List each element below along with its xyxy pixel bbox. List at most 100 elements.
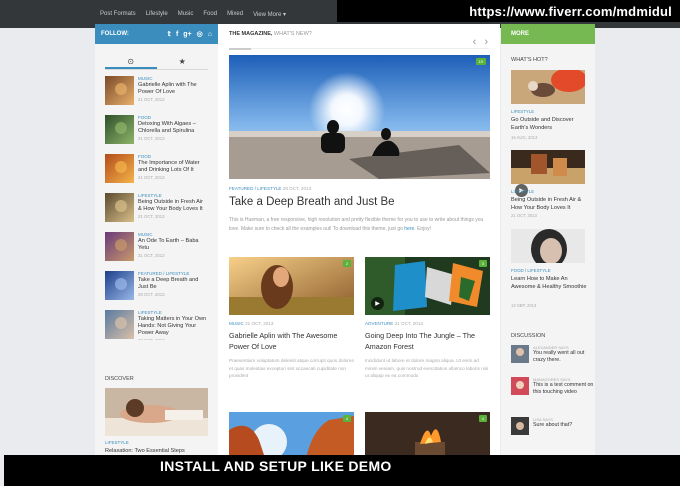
nav-music[interactable]: Music (178, 11, 194, 17)
hot-title[interactable]: Being Outside in Fresh Air & How Your Bo… (511, 197, 587, 212)
post-category[interactable]: Food (138, 115, 208, 120)
hot-date: 13 SEP, 2013 (511, 303, 537, 308)
hot-category[interactable]: Lifestyle (511, 189, 534, 194)
post-category[interactable]: ADVENTURE (365, 321, 393, 326)
comment-count-badge[interactable]: 4 (478, 415, 487, 422)
post-category[interactable]: MUSIC (229, 321, 244, 326)
hot-category[interactable]: Lifestyle (511, 109, 534, 114)
post-thumbnail[interactable] (105, 76, 134, 105)
post-title[interactable]: Being Outside in Fresh Air & How Your Bo… (138, 199, 208, 213)
post-thumbnail[interactable] (105, 232, 134, 261)
dribbble-icon[interactable]: ◎ (197, 30, 203, 38)
sidebar-post[interactable]: Food Detoxing With Algaes – Chlorella and… (105, 115, 208, 145)
sidebar-post[interactable]: Lifestyle Being Outside in Fresh Air & Ho… (105, 193, 208, 223)
nav-mixed[interactable]: Mixed (227, 11, 243, 17)
post-excerpt: Praesentium voluptatum deleniti atque co… (229, 358, 354, 378)
more-bar: MORE (501, 24, 595, 44)
discover-category[interactable]: Lifestyle (105, 440, 129, 445)
featured-image[interactable]: 10 (229, 55, 490, 179)
post-title[interactable]: Taking Matters in Your Own Hands: Not Gi… (138, 316, 208, 337)
discover-thumbnail[interactable] (105, 388, 208, 436)
hot-thumbnail[interactable] (511, 229, 585, 263)
hot-thumbnail[interactable] (511, 150, 585, 184)
hot-category[interactable]: Food / Lifestyle (511, 268, 551, 273)
twitter-icon[interactable]: 𝕥 (168, 30, 171, 38)
google-plus-icon[interactable]: g+ (183, 31, 191, 38)
comment-count-badge[interactable]: 10 (475, 58, 486, 65)
sidebar-post[interactable]: Music Gabrielle Aplin with The Power Of L… (105, 76, 208, 106)
comment-count-badge[interactable]: 4 (342, 415, 351, 422)
post-thumbnail[interactable]: ▶ 3 (365, 257, 490, 315)
next-arrow-icon[interactable]: › (484, 36, 488, 48)
download-link[interactable]: here (404, 226, 414, 232)
featured-excerpt: This is Hueman, a free responsive, high … (229, 216, 487, 234)
featured-category[interactable]: FEATURED / LIFESTYLE (229, 186, 282, 191)
post-thumbnail[interactable]: 2 (229, 257, 354, 315)
home-icon[interactable]: ⌂ (208, 31, 212, 38)
post-title[interactable]: Detoxing With Algaes – Chlorella and Spi… (138, 121, 208, 135)
nav-food[interactable]: Food (203, 11, 217, 17)
post-card: 2 MUSIC 21 OCT, 2013 Gabrielle Aplin wit… (229, 257, 354, 380)
install-banner-text: INSTALL AND SETUP LIKE DEMO (160, 458, 392, 474)
post-photo (229, 257, 354, 315)
post-category[interactable]: Lifestyle (138, 310, 208, 315)
facebook-icon[interactable]: f (176, 31, 178, 38)
post-title[interactable]: An Ode To Earth – Baba Yetu (138, 238, 208, 252)
sidebar-post[interactable]: Lifestyle Taking Matters in Your Own Hand… (105, 310, 208, 340)
tab-popular-icon[interactable]: ★ (157, 56, 209, 69)
nav-lifestyle[interactable]: Lifestyle (146, 11, 168, 17)
post-date: 21 OCT, 2013 (138, 214, 165, 219)
post-thumbnail[interactable] (105, 115, 134, 144)
prev-arrow-icon[interactable]: ‹ (473, 36, 477, 48)
post-excerpt: Incididunt ut labore et dolore magna ali… (365, 358, 489, 378)
play-icon[interactable]: ▶ (371, 297, 384, 310)
post-category[interactable]: Featured / Lifestyle (138, 271, 208, 276)
post-date: 21 OCT, 2013 (138, 136, 165, 141)
post-thumbnail[interactable] (105, 271, 134, 300)
comment-text: You really went all out crazy there. (533, 350, 585, 363)
comment-count-badge[interactable]: 2 (342, 260, 351, 267)
post-category[interactable]: Food (138, 154, 208, 159)
post-thumbnail[interactable] (105, 193, 134, 222)
hot-thumbnail[interactable] (511, 70, 585, 104)
sidebar-post[interactable]: Featured / Lifestyle Take a Deep Breath a… (105, 271, 208, 301)
tab-recent-icon[interactable]: ⊙ (105, 56, 157, 69)
sidebar-post[interactable]: Food The Importance of Water and Drinking… (105, 154, 208, 184)
post-category[interactable]: Music (138, 232, 208, 237)
post-date: 27 OCT, 2013 (138, 338, 208, 340)
nav-post-formats[interactable]: Post Formats (100, 11, 136, 17)
post-category[interactable]: Lifestyle (138, 193, 208, 198)
post-thumbnail[interactable] (105, 154, 134, 183)
hot-date: 21 OCT, 2013 (511, 213, 537, 218)
post-meta: ADVENTURE 31 OCT, 2013 (365, 321, 490, 326)
hot-title[interactable]: Go Outside and Discover Earth's Wonders (511, 117, 587, 132)
post-title[interactable]: The Importance of Water and Drinking Lot… (138, 160, 208, 174)
comment-text: This is a test comment on this touching … (533, 382, 594, 395)
post-category[interactable]: Music (138, 76, 208, 81)
post-meta: MUSIC 21 OCT, 2013 (229, 321, 354, 326)
post-photo (365, 257, 490, 315)
post-title[interactable]: Going Deep Into The Jungle – The Amazon … (365, 330, 490, 352)
post-title[interactable]: Gabrielle Aplin with The Power Of Love (138, 82, 208, 96)
excerpt-text: This is Hueman, a free responsive, high … (229, 217, 484, 232)
discussion-item[interactable]: MANAGORES SAYS This is a test comment on … (511, 377, 595, 396)
featured-title[interactable]: Take a Deep Breath and Just Be (229, 196, 395, 208)
discover-title[interactable]: Relaxation: Two Essential Steps (105, 448, 185, 454)
sidebar-post[interactable]: Music An Ode To Earth – Baba Yetu 31 OCT, … (105, 232, 208, 262)
post-date: 21 OCT, 2013 (245, 321, 274, 326)
nav-view-more[interactable]: View More ▾ (253, 11, 286, 18)
main-content: THE MAGAZINE, WHAT'S NEW? ‹ › 10 FEATURE… (218, 24, 500, 470)
post-date: 21 OCT, 2013 (138, 97, 165, 102)
discussion-item[interactable]: LISA SAYS Sure about that? (511, 417, 572, 435)
avatar (511, 417, 529, 435)
featured-date: 28 OCT, 2013 (282, 186, 312, 191)
main-heading: THE MAGAZINE, WHAT'S NEW? (229, 31, 312, 37)
post-title[interactable]: Take a Deep Breath and Just Be (138, 277, 208, 291)
comment-count-badge[interactable]: 3 (478, 260, 487, 267)
discussion-heading: DISCUSSION (511, 333, 546, 339)
sidebar-post-list: Music Gabrielle Aplin with The Power Of L… (95, 70, 218, 340)
hot-title[interactable]: Learn How to Make An Awesome & Healthy S… (511, 276, 587, 291)
discussion-item[interactable]: ALEXANDER SAYS You really went all out cr… (511, 345, 595, 364)
post-thumbnail[interactable] (105, 310, 134, 339)
post-title[interactable]: Gabrielle Aplin with The Awesome Power O… (229, 330, 354, 352)
